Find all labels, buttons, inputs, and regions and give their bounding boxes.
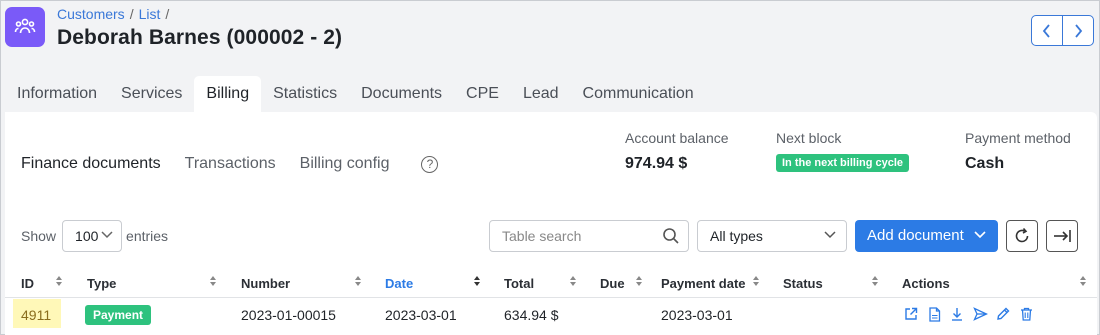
- tab-communication[interactable]: Communication: [571, 76, 706, 112]
- tab-statistics[interactable]: Statistics: [261, 76, 349, 112]
- next-block-badge: In the next billing cycle: [776, 154, 910, 172]
- col-total[interactable]: Total: [504, 276, 534, 291]
- add-document-label: Add document: [867, 227, 964, 244]
- subtab-transactions[interactable]: Transactions: [185, 155, 276, 173]
- chevron-down-icon: [824, 231, 836, 239]
- document-type-select[interactable]: All types: [697, 220, 847, 252]
- col-payment-date[interactable]: Payment date: [661, 276, 746, 291]
- add-document-button[interactable]: Add document: [855, 220, 998, 252]
- sort-icon[interactable]: [1079, 275, 1087, 287]
- row-payment-date: 2023-03-01: [661, 307, 733, 323]
- show-label: Show: [21, 228, 57, 244]
- sort-icon[interactable]: [209, 275, 217, 287]
- entries-label: entries: [126, 228, 169, 244]
- chevron-right-icon: [1075, 23, 1083, 38]
- sort-icon[interactable]: [871, 275, 879, 287]
- tab-services[interactable]: Services: [109, 76, 194, 112]
- sort-icon[interactable]: [354, 275, 362, 287]
- row-actions: [903, 306, 1034, 322]
- next-record-button[interactable]: [1062, 16, 1093, 45]
- sort-icon[interactable]: [569, 275, 577, 287]
- col-date[interactable]: Date: [385, 276, 413, 291]
- table-search-placeholder: Table search: [502, 228, 582, 244]
- tab-billing[interactable]: Billing: [194, 76, 262, 112]
- previous-record-button[interactable]: [1032, 16, 1062, 45]
- col-type[interactable]: Type: [87, 276, 116, 291]
- table-search-input[interactable]: Table search: [489, 220, 689, 252]
- col-actions: Actions: [902, 276, 950, 291]
- tab-cpe[interactable]: CPE: [454, 76, 511, 112]
- table-header: ID Type Number Date Total Due Payment da…: [5, 270, 1097, 298]
- main-tabs: Information Services Billing Statistics …: [5, 76, 706, 112]
- customers-icon: [5, 7, 45, 47]
- breadcrumb: Customers / List /: [57, 6, 170, 22]
- account-balance-label: Account balance: [625, 130, 729, 146]
- subtab-billing-config[interactable]: Billing config: [300, 155, 390, 173]
- tab-documents[interactable]: Documents: [349, 76, 454, 112]
- row-id[interactable]: 4911: [21, 307, 51, 323]
- sort-icon[interactable]: [752, 275, 760, 287]
- row-type-badge: Payment: [85, 305, 152, 325]
- chevron-left-icon: [1042, 23, 1050, 38]
- chevron-down-icon: [101, 231, 113, 239]
- row-number: 2023-01-00015: [241, 307, 336, 323]
- col-number[interactable]: Number: [241, 276, 290, 291]
- sort-icon[interactable]: [635, 275, 643, 287]
- tab-lead[interactable]: Lead: [511, 76, 571, 112]
- export-icon: [1054, 230, 1071, 242]
- account-balance-value: 974.94 $: [625, 155, 688, 172]
- billing-panel: Finance documents Transactions Billing c…: [5, 112, 1097, 335]
- next-block: Next block In the next billing cycle: [776, 130, 910, 172]
- record-nav: [1031, 15, 1094, 46]
- window: Customers / List / Deborah Barnes (000002 -…: [0, 0, 1100, 335]
- delete-icon[interactable]: [1018, 306, 1034, 322]
- export-button[interactable]: [1046, 220, 1078, 252]
- billing-subtabs: Finance documents Transactions Billing c…: [21, 155, 439, 173]
- row-date: 2023-03-01: [385, 307, 457, 323]
- entries-select[interactable]: 100: [62, 220, 123, 252]
- payment-method-label: Payment method: [965, 130, 1071, 146]
- breadcrumb-list[interactable]: List: [139, 6, 161, 22]
- entries-value: 100: [75, 228, 99, 244]
- entries-control: Show 100 entries: [21, 220, 168, 252]
- search-icon: [663, 228, 679, 244]
- sort-icon[interactable]: [55, 275, 63, 287]
- col-due[interactable]: Due: [600, 276, 625, 291]
- row-total: 634.94 $: [504, 307, 559, 323]
- page-title: Deborah Barnes (000002 - 2): [57, 26, 343, 49]
- tab-information[interactable]: Information: [5, 76, 109, 112]
- account-balance: Account balance 974.94 $: [625, 130, 729, 173]
- breadcrumb-customers[interactable]: Customers: [57, 6, 125, 22]
- col-id[interactable]: ID: [21, 276, 34, 291]
- document-type-value: All types: [710, 228, 763, 244]
- refresh-button[interactable]: [1006, 220, 1038, 252]
- payment-method: Payment method Cash: [965, 130, 1071, 173]
- refresh-icon: [1015, 227, 1029, 243]
- send-icon[interactable]: [972, 306, 988, 322]
- pdf-icon[interactable]: [926, 306, 942, 322]
- payment-method-value: Cash: [965, 155, 1005, 172]
- edit-icon[interactable]: [995, 306, 1011, 322]
- subtab-finance-documents[interactable]: Finance documents: [21, 155, 161, 173]
- table-row[interactable]: 4911 Payment 2023-01-00015 2023-03-01 63…: [5, 299, 1097, 333]
- col-status[interactable]: Status: [783, 276, 823, 291]
- open-icon[interactable]: [903, 306, 919, 322]
- chevron-down-icon: [974, 231, 986, 239]
- sort-icon[interactable]: [473, 275, 481, 287]
- help-icon[interactable]: ?: [421, 155, 439, 173]
- download-icon[interactable]: [949, 306, 965, 322]
- next-block-label: Next block: [776, 130, 842, 146]
